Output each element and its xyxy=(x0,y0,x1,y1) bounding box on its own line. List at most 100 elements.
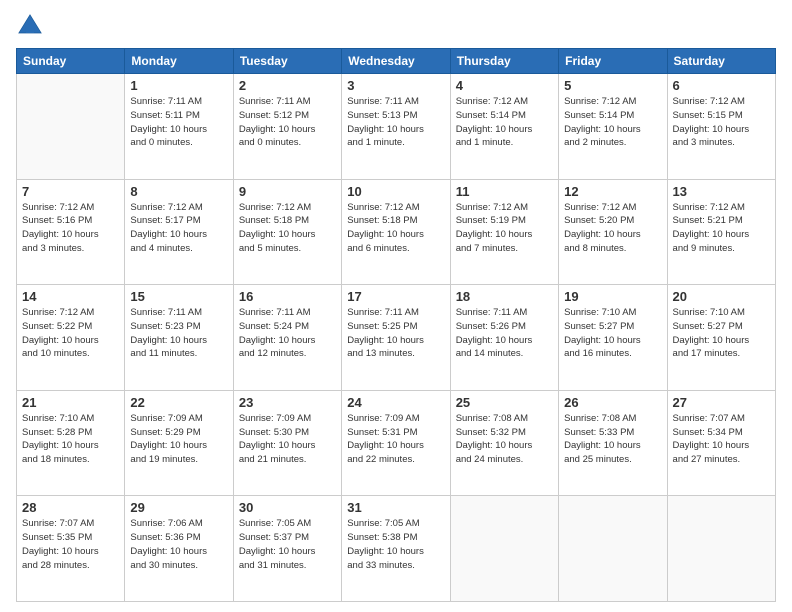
calendar-header-saturday: Saturday xyxy=(667,49,775,74)
day-info: Sunrise: 7:08 AM Sunset: 5:32 PM Dayligh… xyxy=(456,412,553,467)
day-number: 14 xyxy=(22,289,119,304)
calendar-cell: 6Sunrise: 7:12 AM Sunset: 5:15 PM Daylig… xyxy=(667,74,775,180)
day-info: Sunrise: 7:12 AM Sunset: 5:14 PM Dayligh… xyxy=(456,95,553,150)
day-number: 15 xyxy=(130,289,227,304)
calendar-cell: 13 Sunrise: 7:12 AM Sunset: 5:21 PM Dayli… xyxy=(667,179,775,285)
calendar-cell: 26 Sunrise: 7:08 AM Sunset: 5:33 PM Dayli… xyxy=(559,390,667,496)
day-number: 28 xyxy=(22,500,119,515)
day-number: 8 xyxy=(130,184,227,199)
calendar-cell: 5 Sunrise: 7:12 AM Sunset: 5:14 PM Daylig… xyxy=(559,74,667,180)
day-number: 5 xyxy=(564,78,661,93)
day-info: Sunrise: 7:11 AM Sunset: 5:25 PM Dayligh… xyxy=(347,306,444,361)
calendar-cell: 12 Sunrise: 7:12 AM Sunset: 5:20 PM Dayli… xyxy=(559,179,667,285)
calendar-header-friday: Friday xyxy=(559,49,667,74)
day-number: 24 xyxy=(347,395,444,410)
day-number: 19 xyxy=(564,289,661,304)
calendar-cell: 4 Sunrise: 7:12 AM Sunset: 5:14 PM Daylig… xyxy=(450,74,558,180)
day-info: Sunrise: 7:12 AM Sunset: 5:20 PM Dayligh… xyxy=(564,201,661,256)
calendar-header-tuesday: Tuesday xyxy=(233,49,341,74)
day-info: Sunrise: 7:05 AM Sunset: 5:38 PM Dayligh… xyxy=(347,517,444,572)
day-info: Sunrise: 7:10 AM Sunset: 5:28 PM Dayligh… xyxy=(22,412,119,467)
day-info: Sunrise: 7:12 AM Sunset: 5:18 PM Dayligh… xyxy=(239,201,336,256)
day-number: 12 xyxy=(564,184,661,199)
calendar-cell: 16 Sunrise: 7:11 AM Sunset: 5:24 PM Dayli… xyxy=(233,285,341,391)
calendar-cell: 23Sunrise: 7:09 AM Sunset: 5:30 PM Dayli… xyxy=(233,390,341,496)
day-number: 22 xyxy=(130,395,227,410)
day-number: 27 xyxy=(673,395,770,410)
calendar-cell xyxy=(450,496,558,602)
header xyxy=(16,12,776,40)
day-info: Sunrise: 7:12 AM Sunset: 5:16 PM Dayligh… xyxy=(22,201,119,256)
day-info: Sunrise: 7:12 AM Sunset: 5:21 PM Dayligh… xyxy=(673,201,770,256)
calendar-header-row: SundayMondayTuesdayWednesdayThursdayFrid… xyxy=(17,49,776,74)
calendar-header-wednesday: Wednesday xyxy=(342,49,450,74)
day-info: Sunrise: 7:09 AM Sunset: 5:31 PM Dayligh… xyxy=(347,412,444,467)
calendar-week-row: 21 Sunrise: 7:10 AM Sunset: 5:28 PM Dayli… xyxy=(17,390,776,496)
day-number: 16 xyxy=(239,289,336,304)
calendar-cell: 28 Sunrise: 7:07 AM Sunset: 5:35 PM Dayli… xyxy=(17,496,125,602)
day-number: 4 xyxy=(456,78,553,93)
day-info: Sunrise: 7:11 AM Sunset: 5:23 PM Dayligh… xyxy=(130,306,227,361)
calendar-cell: 24 Sunrise: 7:09 AM Sunset: 5:31 PM Dayli… xyxy=(342,390,450,496)
calendar-cell: 15 Sunrise: 7:11 AM Sunset: 5:23 PM Dayli… xyxy=(125,285,233,391)
day-number: 26 xyxy=(564,395,661,410)
calendar-cell xyxy=(667,496,775,602)
day-info: Sunrise: 7:12 AM Sunset: 5:17 PM Dayligh… xyxy=(130,201,227,256)
day-info: Sunrise: 7:12 AM Sunset: 5:19 PM Dayligh… xyxy=(456,201,553,256)
day-info: Sunrise: 7:10 AM Sunset: 5:27 PM Dayligh… xyxy=(564,306,661,361)
day-number: 20 xyxy=(673,289,770,304)
calendar-cell: 9 Sunrise: 7:12 AM Sunset: 5:18 PM Daylig… xyxy=(233,179,341,285)
calendar-cell: 30Sunrise: 7:05 AM Sunset: 5:37 PM Dayli… xyxy=(233,496,341,602)
calendar-cell: 2 Sunrise: 7:11 AM Sunset: 5:12 PM Daylig… xyxy=(233,74,341,180)
logo-icon xyxy=(16,12,44,40)
day-number: 25 xyxy=(456,395,553,410)
calendar-cell: 1Sunrise: 7:11 AM Sunset: 5:11 PM Daylig… xyxy=(125,74,233,180)
calendar-cell xyxy=(559,496,667,602)
calendar-cell: 27 Sunrise: 7:07 AM Sunset: 5:34 PM Dayli… xyxy=(667,390,775,496)
day-info: Sunrise: 7:09 AM Sunset: 5:29 PM Dayligh… xyxy=(130,412,227,467)
calendar-header-thursday: Thursday xyxy=(450,49,558,74)
calendar-week-row: 1Sunrise: 7:11 AM Sunset: 5:11 PM Daylig… xyxy=(17,74,776,180)
day-info: Sunrise: 7:06 AM Sunset: 5:36 PM Dayligh… xyxy=(130,517,227,572)
calendar-week-row: 14 Sunrise: 7:12 AM Sunset: 5:22 PM Dayli… xyxy=(17,285,776,391)
day-info: Sunrise: 7:12 AM Sunset: 5:18 PM Dayligh… xyxy=(347,201,444,256)
calendar-cell: 10 Sunrise: 7:12 AM Sunset: 5:18 PM Dayli… xyxy=(342,179,450,285)
calendar-cell: 11 Sunrise: 7:12 AM Sunset: 5:19 PM Dayli… xyxy=(450,179,558,285)
day-info: Sunrise: 7:12 AM Sunset: 5:22 PM Dayligh… xyxy=(22,306,119,361)
day-number: 7 xyxy=(22,184,119,199)
calendar-cell: 20 Sunrise: 7:10 AM Sunset: 5:27 PM Dayli… xyxy=(667,285,775,391)
day-info: Sunrise: 7:07 AM Sunset: 5:35 PM Dayligh… xyxy=(22,517,119,572)
day-number: 18 xyxy=(456,289,553,304)
calendar-cell: 25 Sunrise: 7:08 AM Sunset: 5:32 PM Dayli… xyxy=(450,390,558,496)
calendar-cell: 17Sunrise: 7:11 AM Sunset: 5:25 PM Dayli… xyxy=(342,285,450,391)
page: SundayMondayTuesdayWednesdayThursdayFrid… xyxy=(0,0,792,612)
day-info: Sunrise: 7:12 AM Sunset: 5:14 PM Dayligh… xyxy=(564,95,661,150)
day-number: 9 xyxy=(239,184,336,199)
calendar-cell: 18Sunrise: 7:11 AM Sunset: 5:26 PM Dayli… xyxy=(450,285,558,391)
day-number: 29 xyxy=(130,500,227,515)
day-number: 10 xyxy=(347,184,444,199)
day-info: Sunrise: 7:11 AM Sunset: 5:24 PM Dayligh… xyxy=(239,306,336,361)
day-number: 13 xyxy=(673,184,770,199)
calendar-header-sunday: Sunday xyxy=(17,49,125,74)
day-info: Sunrise: 7:10 AM Sunset: 5:27 PM Dayligh… xyxy=(673,306,770,361)
day-number: 11 xyxy=(456,184,553,199)
calendar-week-row: 7 Sunrise: 7:12 AM Sunset: 5:16 PM Daylig… xyxy=(17,179,776,285)
day-number: 1 xyxy=(130,78,227,93)
calendar-week-row: 28 Sunrise: 7:07 AM Sunset: 5:35 PM Dayli… xyxy=(17,496,776,602)
logo xyxy=(16,12,48,40)
day-info: Sunrise: 7:08 AM Sunset: 5:33 PM Dayligh… xyxy=(564,412,661,467)
day-info: Sunrise: 7:11 AM Sunset: 5:13 PM Dayligh… xyxy=(347,95,444,150)
calendar-cell: 14 Sunrise: 7:12 AM Sunset: 5:22 PM Dayli… xyxy=(17,285,125,391)
calendar-cell: 7 Sunrise: 7:12 AM Sunset: 5:16 PM Daylig… xyxy=(17,179,125,285)
calendar-cell xyxy=(17,74,125,180)
day-number: 3 xyxy=(347,78,444,93)
day-info: Sunrise: 7:07 AM Sunset: 5:34 PM Dayligh… xyxy=(673,412,770,467)
calendar-cell: 22 Sunrise: 7:09 AM Sunset: 5:29 PM Dayli… xyxy=(125,390,233,496)
day-number: 30 xyxy=(239,500,336,515)
day-number: 2 xyxy=(239,78,336,93)
calendar-cell: 19 Sunrise: 7:10 AM Sunset: 5:27 PM Dayli… xyxy=(559,285,667,391)
day-info: Sunrise: 7:11 AM Sunset: 5:12 PM Dayligh… xyxy=(239,95,336,150)
day-info: Sunrise: 7:12 AM Sunset: 5:15 PM Dayligh… xyxy=(673,95,770,150)
day-number: 21 xyxy=(22,395,119,410)
